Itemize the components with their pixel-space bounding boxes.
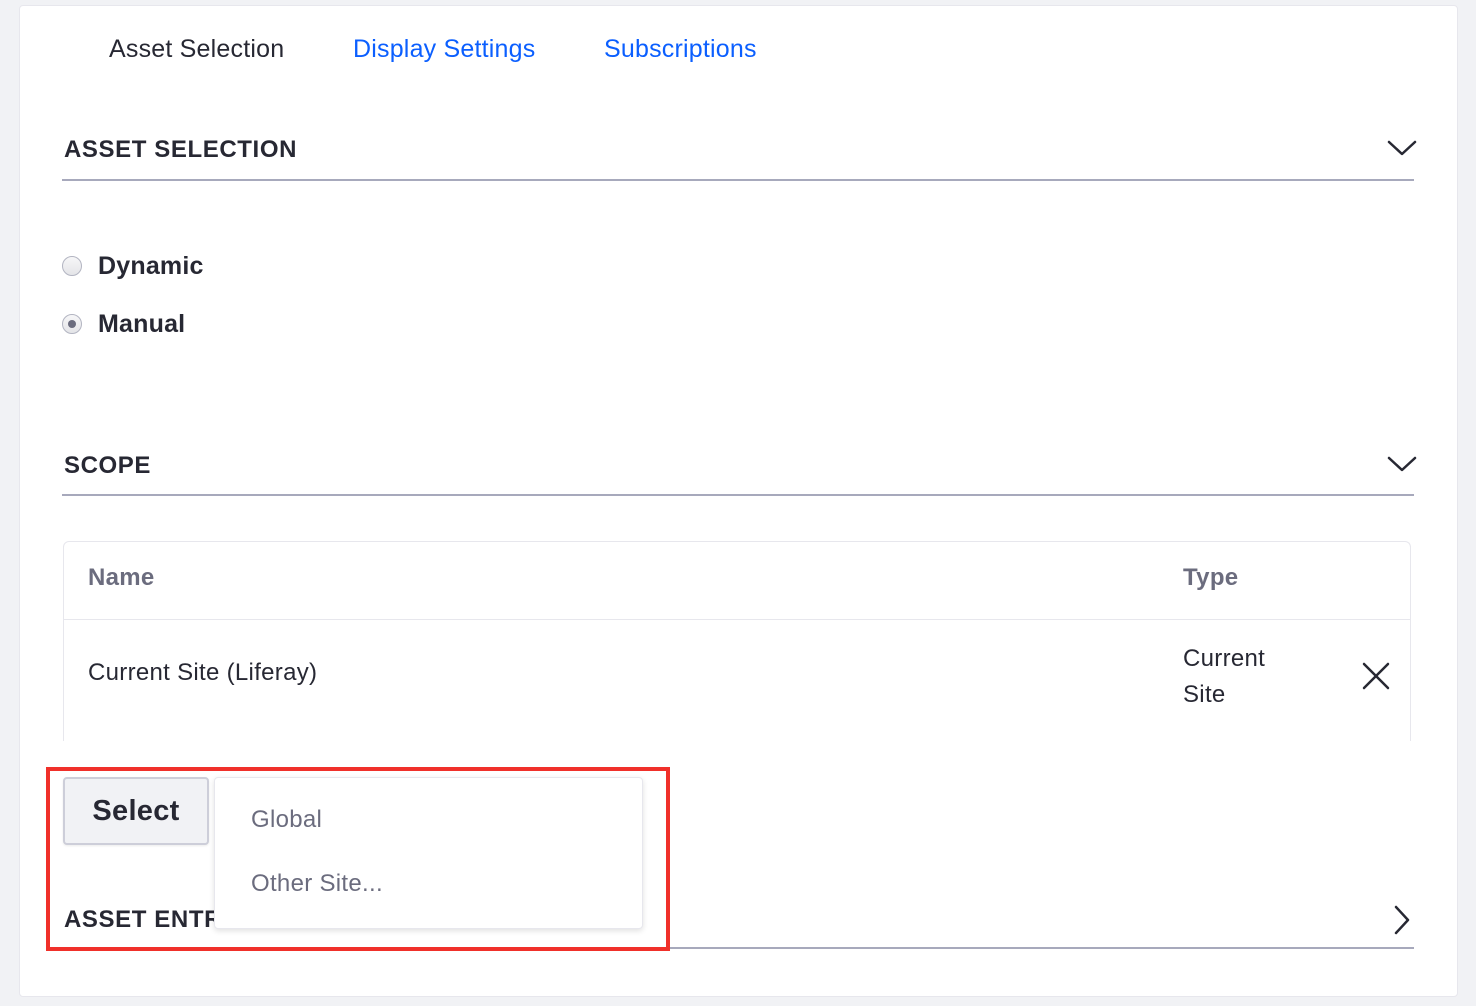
tab-subscriptions[interactable]: Subscriptions: [604, 32, 757, 66]
radio-option-manual[interactable]: Manual: [62, 308, 185, 340]
table-row-divider: [64, 619, 1410, 620]
radio-button-manual[interactable]: [62, 314, 82, 334]
chevron-down-icon[interactable]: [1386, 448, 1418, 480]
dropdown-item-other-site[interactable]: Other Site...: [251, 870, 383, 898]
radio-label-dynamic: Dynamic: [98, 251, 204, 280]
radio-button-dynamic[interactable]: [62, 256, 82, 276]
asset-selection-header[interactable]: ASSET SELECTION: [64, 134, 297, 166]
scope-table: Name Type Current Site (Liferay) Current…: [63, 541, 1411, 741]
column-header-type[interactable]: Type: [1183, 564, 1238, 592]
section-divider: [62, 947, 1414, 949]
select-button[interactable]: Select: [63, 777, 209, 845]
radio-option-dynamic[interactable]: Dynamic: [62, 250, 204, 282]
configuration-panel: Asset Selection Display Settings Subscri…: [19, 5, 1458, 997]
table-cell-name: Current Site (Liferay): [88, 659, 318, 686]
radio-label-manual: Manual: [98, 309, 186, 338]
column-header-name[interactable]: Name: [88, 564, 155, 592]
close-icon[interactable]: [1360, 660, 1392, 692]
chevron-right-icon[interactable]: [1386, 904, 1418, 936]
table-cell-type: Current Site: [1183, 645, 1266, 708]
dropdown-item-global[interactable]: Global: [251, 806, 322, 834]
tab-display-settings[interactable]: Display Settings: [353, 32, 535, 66]
scope-dropdown-menu: Global Other Site...: [214, 777, 643, 929]
scope-header[interactable]: SCOPE: [64, 450, 151, 482]
chevron-down-icon[interactable]: [1386, 132, 1418, 164]
section-divider: [62, 179, 1414, 181]
tab-asset-selection[interactable]: Asset Selection: [109, 32, 284, 66]
section-divider: [62, 494, 1414, 496]
